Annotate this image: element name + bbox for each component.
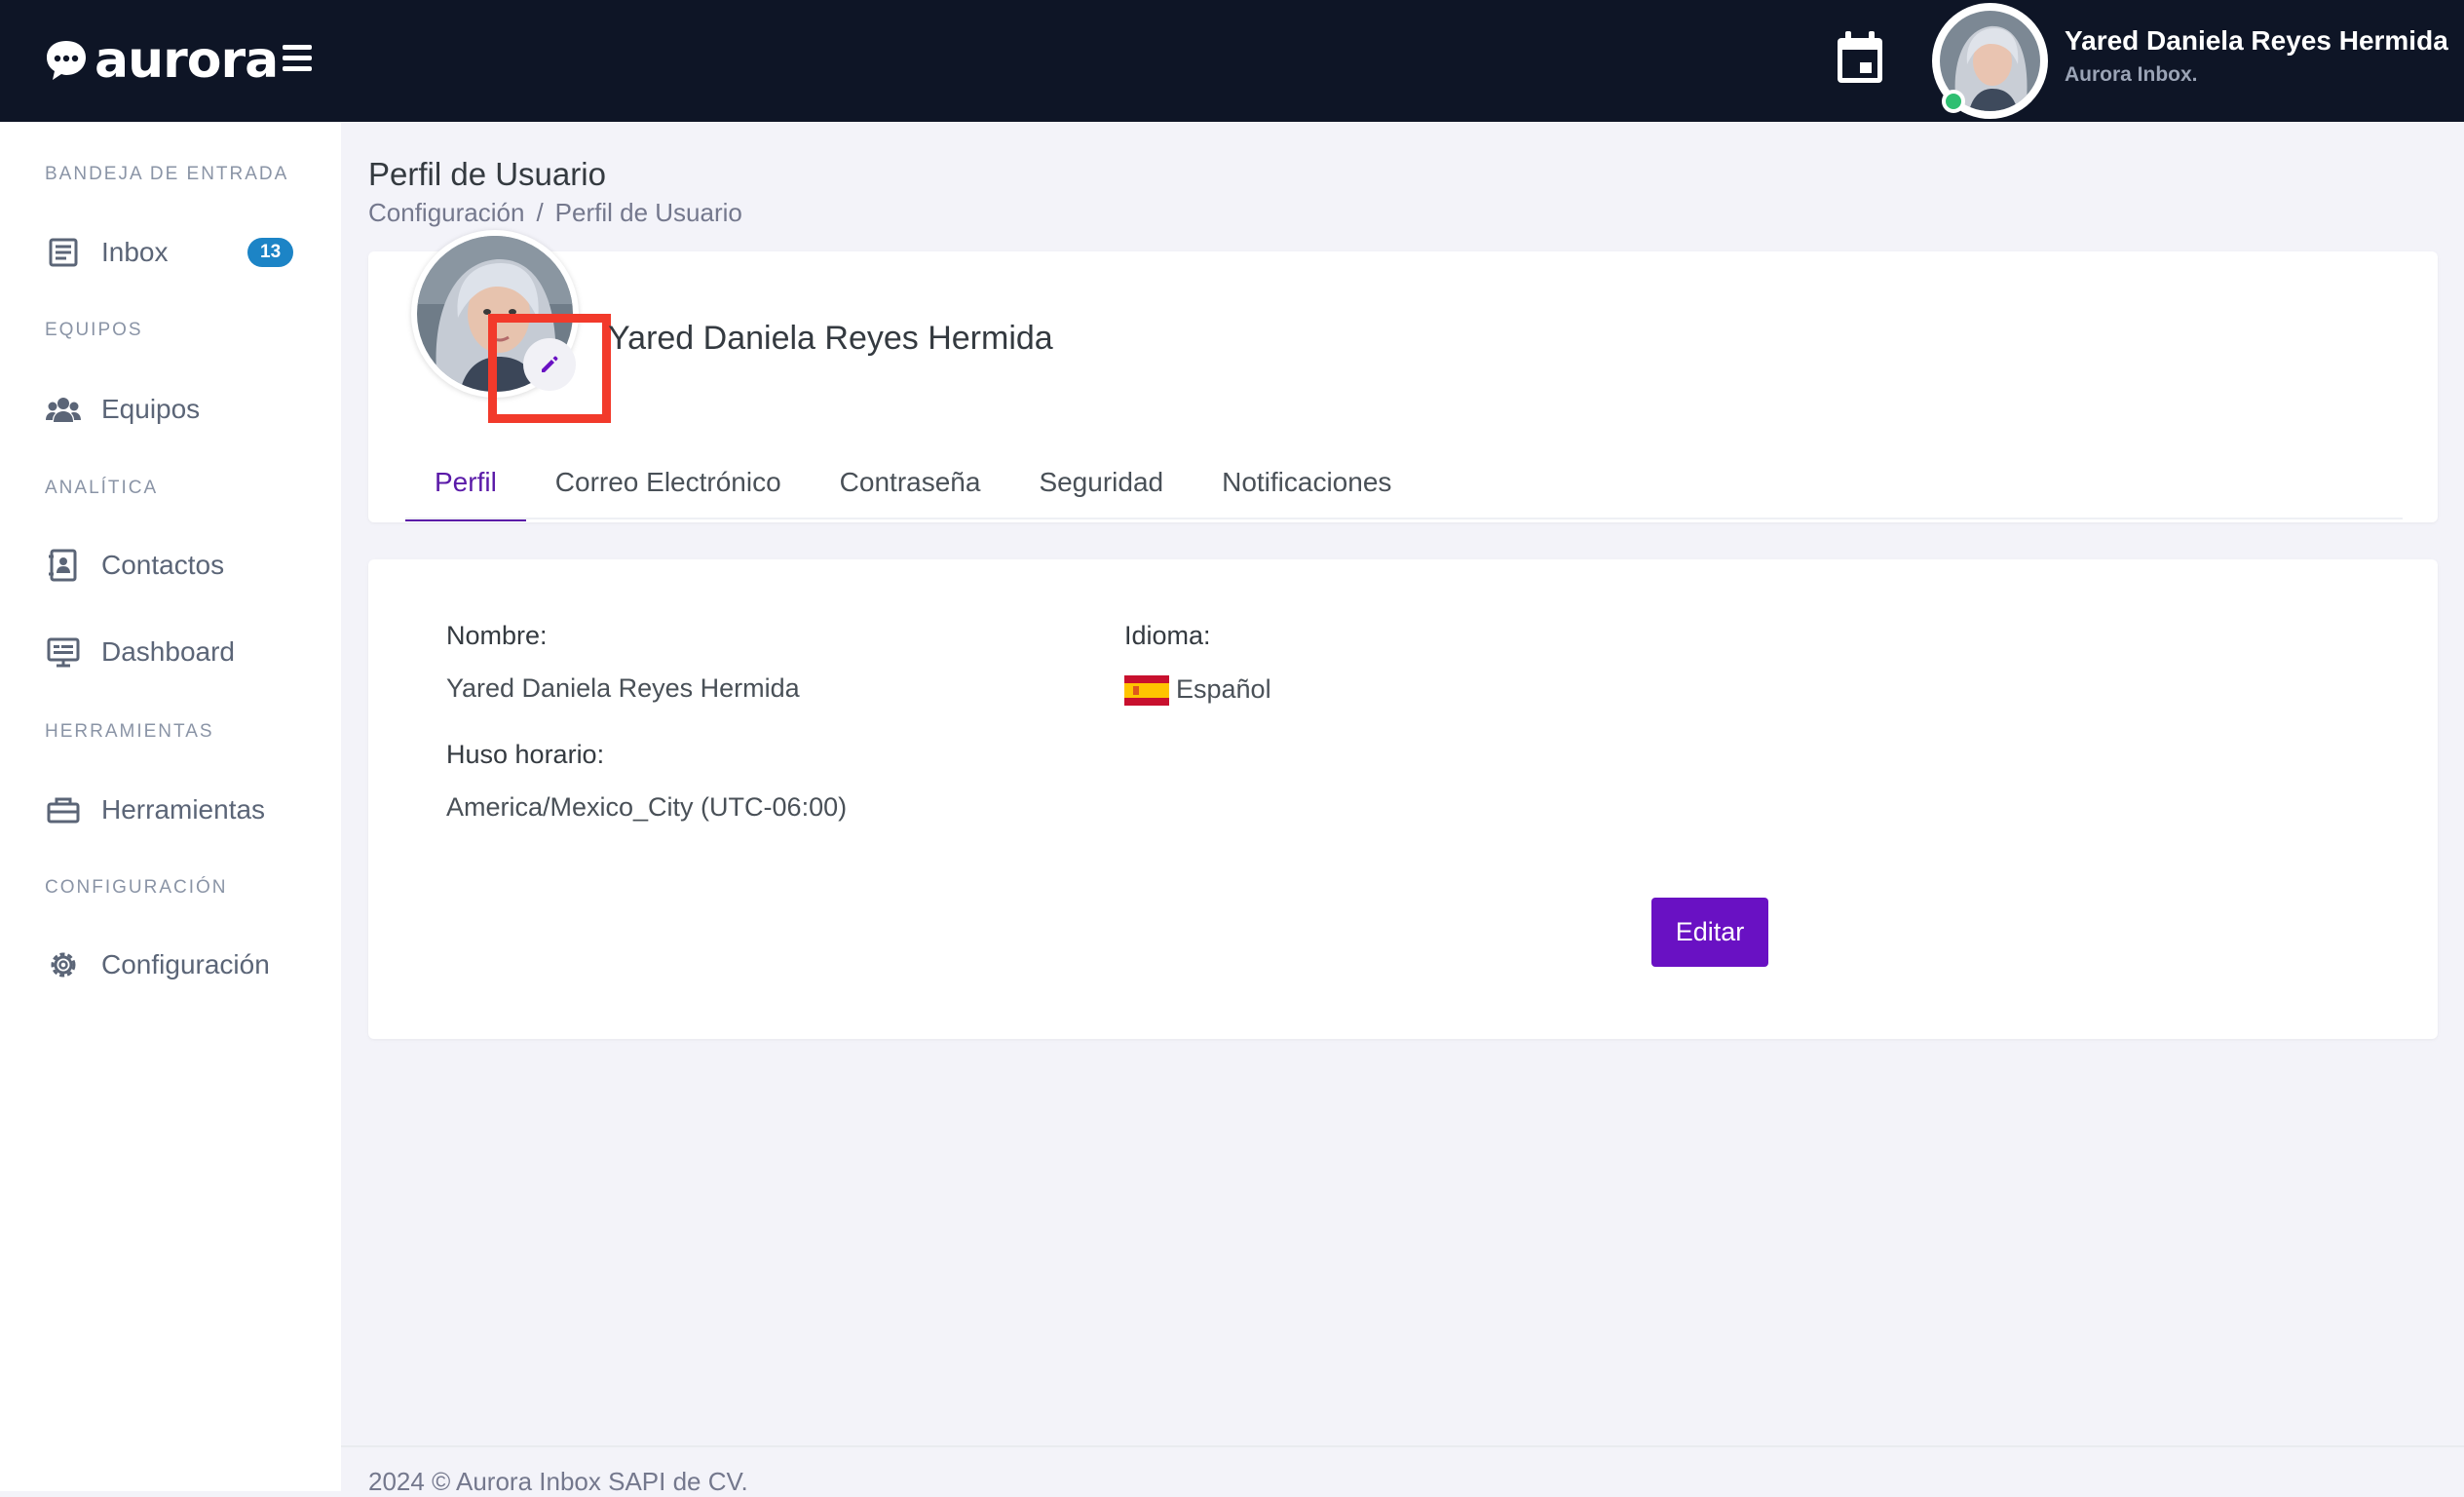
name-value: Yared Daniela Reyes Hermida bbox=[446, 673, 800, 703]
contacts-icon bbox=[49, 549, 77, 582]
online-status-dot bbox=[1942, 90, 1965, 113]
tab-seguridad[interactable]: Seguridad bbox=[1009, 453, 1193, 521]
tab-contrasena[interactable]: Contraseña bbox=[811, 453, 1010, 521]
language-value: Español bbox=[1176, 674, 1271, 704]
top-navbar: aurora Yared Daniela Reyes Hermida Auror… bbox=[0, 0, 2464, 122]
sidebar-section-title: Configuración bbox=[45, 877, 228, 898]
sidebar-section-title: Bandeja de entrada bbox=[45, 164, 289, 184]
timezone-label: Huso horario: bbox=[446, 740, 605, 769]
edit-profile-button[interactable]: Editar bbox=[1651, 898, 1768, 967]
sidebar-item-contactos[interactable]: Contactos bbox=[45, 541, 224, 590]
sidebar-section-title: Herramientas bbox=[45, 721, 214, 742]
header-user-name[interactable]: Yared Daniela Reyes Hermida bbox=[2065, 25, 2448, 57]
tab-perfil[interactable]: Perfil bbox=[405, 453, 526, 521]
header-user-subtitle: Aurora Inbox. bbox=[2065, 63, 2198, 86]
breadcrumb-current: Perfil de Usuario bbox=[554, 198, 742, 227]
chat-bubble-logo-icon bbox=[47, 41, 86, 80]
name-label: Nombre: bbox=[446, 621, 548, 650]
brand-name: aurora bbox=[95, 31, 279, 90]
annotation-highlight-box bbox=[488, 314, 611, 423]
sidebar-section-title: Equipos bbox=[45, 320, 143, 340]
sidebar-item-label: Equipos bbox=[101, 394, 201, 424]
sidebar-item-label: Inbox bbox=[101, 237, 169, 267]
inbox-icon bbox=[49, 238, 78, 267]
breadcrumb-link-configuracion[interactable]: Configuración bbox=[368, 198, 524, 227]
sidebar-item-inbox[interactable]: Inbox bbox=[45, 228, 169, 277]
footer-copyright: 2024 © Aurora Inbox SAPI de CV. bbox=[368, 1467, 748, 1496]
inbox-count-badge: 13 bbox=[247, 238, 294, 267]
calendar-icon[interactable] bbox=[1834, 29, 1886, 86]
sidebar-item-label: Contactos bbox=[101, 550, 225, 580]
sidebar-item-configuracion[interactable]: Configuración bbox=[45, 940, 270, 989]
timezone-value: America/Mexico_City (UTC-06:00) bbox=[446, 792, 848, 822]
monitor-icon bbox=[47, 637, 80, 668]
hamburger-menu-icon[interactable] bbox=[283, 45, 312, 72]
spain-flag-icon bbox=[1124, 675, 1169, 706]
sidebar-item-label: Herramientas bbox=[101, 794, 266, 825]
breadcrumb-separator: / bbox=[536, 198, 544, 227]
sidebar-item-equipos[interactable]: Equipos bbox=[45, 385, 200, 434]
sidebar-item-herramientas[interactable]: Herramientas bbox=[45, 786, 265, 834]
breadcrumb: Configuración / Perfil de Usuario bbox=[368, 198, 742, 228]
user-avatar-button[interactable] bbox=[1932, 3, 2048, 119]
gear-icon bbox=[51, 952, 76, 978]
tab-notificaciones[interactable]: Notificaciones bbox=[1193, 453, 1421, 521]
sidebar-section-title: Analítica bbox=[45, 478, 159, 498]
language-label: Idioma: bbox=[1124, 621, 1211, 650]
sidebar-item-label: Dashboard bbox=[101, 636, 235, 667]
tab-correo-electronico[interactable]: Correo Electrónico bbox=[526, 453, 811, 521]
profile-name: Yared Daniela Reyes Hermida bbox=[608, 320, 1053, 357]
page-title: Perfil de Usuario bbox=[368, 156, 606, 192]
sidebar-item-dashboard[interactable]: Dashboard bbox=[45, 628, 235, 676]
toolbox-icon bbox=[47, 797, 80, 824]
sidebar-item-label: Configuración bbox=[101, 949, 270, 979]
tabs-divider bbox=[405, 518, 2403, 519]
brand-logo[interactable]: aurora bbox=[44, 29, 279, 92]
users-icon bbox=[46, 398, 81, 422]
profile-tabs: Perfil Correo Electrónico Contraseña Seg… bbox=[405, 453, 1421, 521]
